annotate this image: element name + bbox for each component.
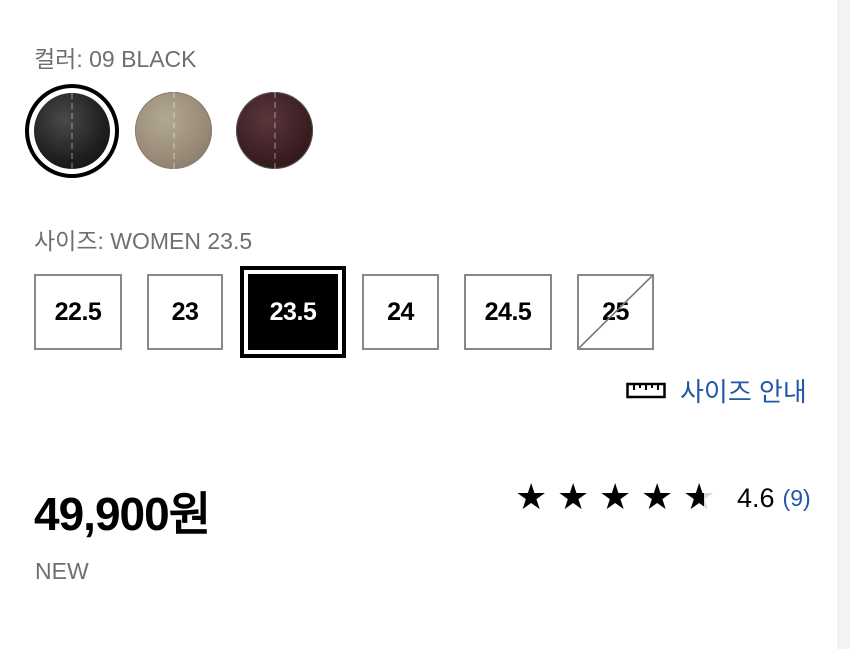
star-icon: ★ — [515, 477, 548, 518]
size-label: 사이즈: WOMEN 23.5 — [34, 228, 253, 254]
ruler-icon — [626, 375, 666, 406]
color-swatch-taupe[interactable] — [135, 92, 212, 169]
size-option-label: 24.5 — [484, 297, 532, 326]
size-option-24-5[interactable]: 24.5 — [464, 274, 552, 350]
color-swatch-black[interactable] — [25, 84, 119, 178]
color-swatch-burgundy[interactable] — [236, 92, 313, 169]
size-option-24[interactable]: 24 — [362, 274, 439, 350]
size-guide-link[interactable]: 사이즈 안내 — [626, 372, 807, 409]
review-count-link[interactable]: (9) — [783, 485, 811, 512]
product-price: 49,900원 — [34, 488, 211, 540]
size-option-label: 23.5 — [269, 297, 317, 326]
size-option-23-5[interactable]: 23.5 — [240, 266, 346, 358]
star-icon: ★ — [641, 477, 674, 518]
size-option-25-unavailable[interactable]: 25 — [577, 274, 654, 350]
half-star-icon: ★ ★ — [683, 477, 716, 518]
new-badge: NEW — [35, 558, 89, 584]
rating[interactable]: ★ ★ ★ ★ ★ ★ 4.6 (9) — [515, 478, 811, 518]
size-option-label: 24 — [387, 297, 414, 326]
scrollbar[interactable] — [837, 0, 850, 649]
rating-score: 4.6 — [737, 482, 775, 513]
size-guide-label: 사이즈 안내 — [680, 377, 807, 407]
size-option-23[interactable]: 23 — [147, 274, 223, 350]
strikethrough-icon — [579, 276, 652, 348]
size-option-label: 23 — [171, 297, 199, 326]
size-option-22-5[interactable]: 22.5 — [34, 274, 122, 350]
star-icon: ★ — [557, 477, 590, 518]
star-icon: ★ — [599, 477, 632, 518]
size-option-label: 22.5 — [54, 297, 102, 326]
color-label: 컬러: 09 BLACK — [34, 46, 197, 72]
